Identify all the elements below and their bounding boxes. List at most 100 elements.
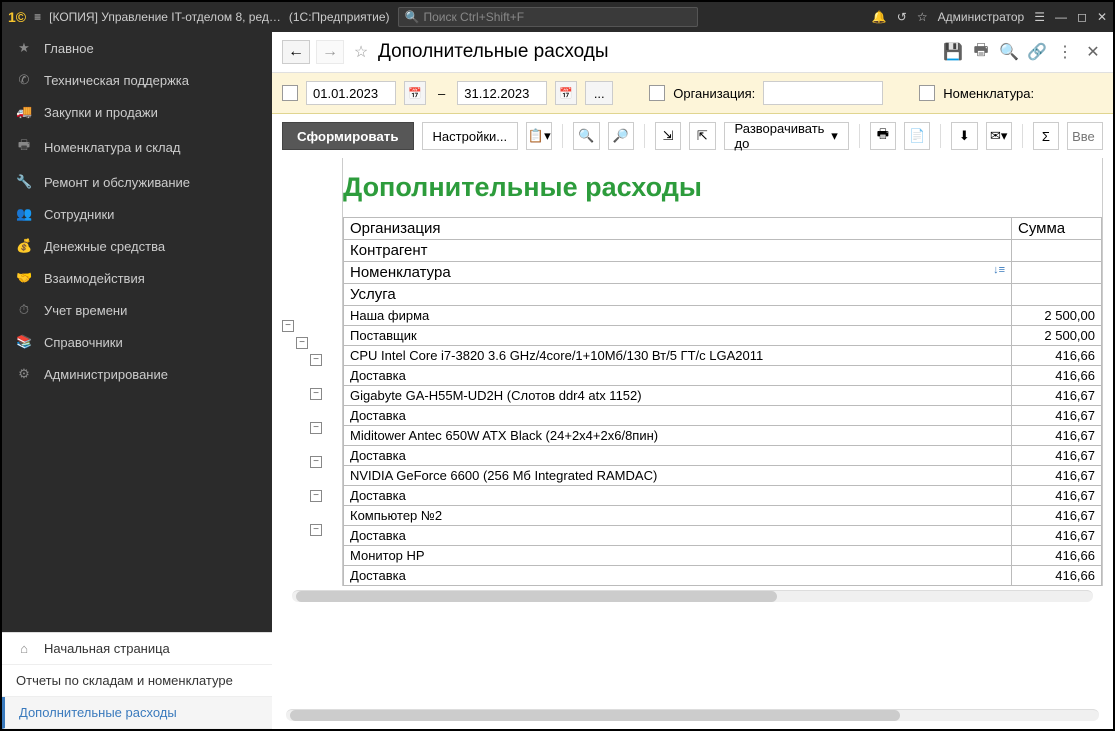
print-preview-button[interactable]: 📄	[904, 122, 930, 150]
sidebar-icon: 🚚	[16, 104, 32, 120]
date-to-input[interactable]	[457, 81, 547, 105]
save-icon[interactable]: 💾	[943, 42, 963, 62]
close-tab-icon[interactable]: ✕	[1083, 42, 1103, 62]
table-row[interactable]: Монитор HP416,66	[344, 546, 1102, 566]
search-placeholder: Поиск Ctrl+Shift+F	[423, 10, 524, 24]
period-select-button[interactable]: ...	[585, 81, 613, 105]
sidebar-item-0[interactable]: ★Главное	[2, 32, 272, 64]
table-row[interactable]: Наша фирма2 500,00	[344, 306, 1102, 326]
org-checkbox[interactable]	[649, 85, 665, 101]
tree-toggle[interactable]: −	[310, 388, 322, 400]
print-icon[interactable]: 🖶	[971, 42, 991, 62]
date-to-picker-icon[interactable]: 📅	[555, 81, 577, 105]
sidebar-bottom-item-2[interactable]: Дополнительные расходы	[2, 697, 272, 729]
link-icon[interactable]: 🔗	[1027, 42, 1047, 62]
find-button[interactable]: 🔍	[573, 122, 599, 150]
save-report-button[interactable]: ⬇	[951, 122, 977, 150]
sidebar-icon: ✆	[16, 72, 32, 88]
org-input[interactable]	[763, 81, 883, 105]
preview-icon[interactable]: 🔍	[999, 42, 1019, 62]
table-row[interactable]: Поставщик2 500,00	[344, 326, 1102, 346]
table-row[interactable]: Доставка416,67	[344, 486, 1102, 506]
table-row[interactable]: Компьютер №2416,67	[344, 506, 1102, 526]
row-label: Монитор HP	[344, 546, 1012, 566]
table-row[interactable]: Доставка416,67	[344, 526, 1102, 546]
variants-button[interactable]: 📋▾	[526, 122, 552, 150]
tree-toggle[interactable]: −	[310, 490, 322, 502]
table-row[interactable]: Gigabyte GA-H55M-UD2H (Слотов ddr4 atx 1…	[344, 386, 1102, 406]
print-button[interactable]: 🖶	[870, 122, 896, 150]
user-name[interactable]: Администратор	[938, 10, 1025, 24]
global-search[interactable]: 🔍 Поиск Ctrl+Shift+F	[398, 7, 698, 27]
settings-button[interactable]: Настройки...	[422, 122, 519, 150]
sidebar-item-8[interactable]: ⏱Учет времени	[2, 294, 272, 326]
find-next-button[interactable]: 🔎	[608, 122, 634, 150]
report-body: −−−−−−−− Дополнительные расходы Организа…	[272, 158, 1113, 705]
tree-toggle[interactable]: −	[310, 456, 322, 468]
report-hscroll[interactable]	[292, 590, 1093, 602]
tree-toggle[interactable]: −	[310, 524, 322, 536]
tree-toggle[interactable]: −	[282, 320, 294, 332]
generate-button[interactable]: Сформировать	[282, 122, 414, 150]
table-row[interactable]: Доставка416,67	[344, 406, 1102, 426]
sidebar-icon: ★	[16, 40, 32, 56]
minimize-icon[interactable]: —	[1055, 10, 1067, 24]
email-button[interactable]: ✉▾	[986, 122, 1012, 150]
sidebar-item-3[interactable]: 🖶Номенклатура и склад	[2, 128, 272, 166]
header-row: Контрагент	[344, 240, 1012, 262]
sidebar-item-10[interactable]: ⚙Администрирование	[2, 358, 272, 390]
table-row[interactable]: Miditower Antec 650W ATX Black (24+2x4+2…	[344, 426, 1102, 446]
collapse-all-button[interactable]: ⇱	[689, 122, 715, 150]
sidebar-item-6[interactable]: 💰Денежные средства	[2, 230, 272, 262]
table-row[interactable]: Доставка416,67	[344, 446, 1102, 466]
row-label: Доставка	[344, 446, 1012, 466]
row-sum: 2 500,00	[1012, 306, 1102, 326]
sidebar-item-9[interactable]: 📚Справочники	[2, 326, 272, 358]
more-icon[interactable]: ⋮	[1055, 42, 1075, 62]
content-hscroll[interactable]	[286, 709, 1099, 721]
sum-button[interactable]: Σ	[1033, 122, 1059, 150]
date-from-picker-icon[interactable]: 📅	[404, 81, 426, 105]
maximize-icon[interactable]: ◻	[1077, 10, 1087, 24]
panel-icon[interactable]: ☰	[1034, 10, 1045, 24]
sidebar-bottom-label: Отчеты по складам и номенклатуре	[16, 673, 233, 688]
table-row[interactable]: Доставка416,66	[344, 566, 1102, 586]
sidebar-item-4[interactable]: 🔧Ремонт и обслуживание	[2, 166, 272, 198]
row-label: Компьютер №2	[344, 506, 1012, 526]
row-sum: 416,66	[1012, 566, 1102, 586]
close-icon[interactable]: ✕	[1097, 10, 1107, 24]
sum-input[interactable]	[1067, 122, 1103, 150]
table-row[interactable]: NVIDIA GeForce 6600 (256 Мб Integrated R…	[344, 466, 1102, 486]
row-sum: 416,67	[1012, 466, 1102, 486]
row-label: NVIDIA GeForce 6600 (256 Мб Integrated R…	[344, 466, 1012, 486]
report-table: ОрганизацияСуммаКонтрагентНоменклатура↓≡…	[343, 217, 1102, 586]
nav-forward-button[interactable]: →	[316, 40, 344, 64]
sidebar-item-5[interactable]: 👥Сотрудники	[2, 198, 272, 230]
star-icon[interactable]: ☆	[917, 10, 928, 24]
date-from-input[interactable]	[306, 81, 396, 105]
sort-icon[interactable]: ↓≡	[993, 264, 1005, 276]
nav-back-button[interactable]: ←	[282, 40, 310, 64]
tree-toggle[interactable]: −	[310, 354, 322, 366]
row-sum: 416,67	[1012, 486, 1102, 506]
nom-checkbox[interactable]	[919, 85, 935, 101]
settings-label: Настройки...	[433, 129, 508, 144]
table-row[interactable]: Доставка416,66	[344, 366, 1102, 386]
expand-to-button[interactable]: Разворачивать до ▾	[724, 122, 849, 150]
sidebar-item-7[interactable]: 🤝Взаимодействия	[2, 262, 272, 294]
bell-icon[interactable]: 🔔	[872, 10, 887, 24]
sidebar-item-2[interactable]: 🚚Закупки и продажи	[2, 96, 272, 128]
sidebar-item-label: Техническая поддержка	[44, 73, 189, 88]
sidebar-item-1[interactable]: ✆ Техническая поддержка	[2, 64, 272, 96]
sidebar-bottom-item-0[interactable]: ⌂Начальная страница	[2, 633, 272, 665]
period-checkbox[interactable]	[282, 85, 298, 101]
table-row[interactable]: CPU Intel Core i7-3820 3.6 GHz/4core/1+1…	[344, 346, 1102, 366]
history-icon[interactable]: ↺	[897, 10, 907, 24]
main-menu-icon[interactable]: ≡	[34, 10, 41, 24]
favorite-star-icon[interactable]: ☆	[350, 42, 372, 62]
tree-toggle[interactable]: −	[296, 337, 308, 349]
sidebar-item-label: Учет времени	[44, 303, 127, 318]
sidebar-bottom-item-1[interactable]: Отчеты по складам и номенклатуре	[2, 665, 272, 697]
expand-all-button[interactable]: ⇲	[655, 122, 681, 150]
tree-toggle[interactable]: −	[310, 422, 322, 434]
